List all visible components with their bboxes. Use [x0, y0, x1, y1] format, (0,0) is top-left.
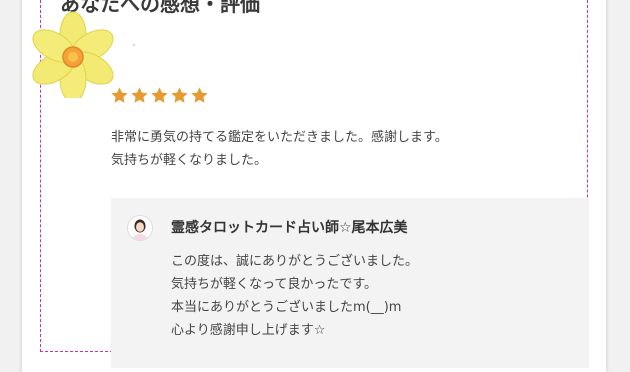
daffodil-icon: [32, 11, 114, 98]
star-icon: [151, 87, 168, 103]
star-icon: [131, 87, 148, 103]
reply-line: 心より感謝申し上げます☆: [171, 323, 326, 338]
star-rating: [110, 86, 209, 108]
reply-author: 霊感タロットカード占い師☆尾本広美: [171, 220, 408, 236]
review-line: 非常に勇気の持てる鑑定をいただきました。感謝します。: [111, 130, 448, 145]
reply-line: この度は、誠にありがとうございました。: [171, 254, 419, 269]
reply-text: この度は、誠にありがとうございました。 気持ちが軽くなって良かったです。 本当に…: [171, 250, 571, 342]
review-line: 気持ちが軽くなりました。: [111, 153, 268, 168]
reply-line: 本当にありがとうございましたm(__)m: [171, 300, 402, 315]
star-icon: [171, 87, 188, 103]
avatar-icon: [128, 216, 152, 240]
avatar: [127, 215, 153, 241]
review-text: 非常に勇気の持てる鑑定をいただきました。感謝します。 気持ちが軽くなりました。: [111, 126, 551, 172]
star-icon: [111, 87, 128, 103]
reply-box: 霊感タロットカード占い師☆尾本広美 この度は、誠にありがとうございました。 気持…: [111, 198, 589, 368]
star-icon: [191, 87, 208, 103]
reply-line: 気持ちが軽くなって良かったです。: [171, 277, 378, 292]
decoration-dot: [133, 44, 135, 46]
